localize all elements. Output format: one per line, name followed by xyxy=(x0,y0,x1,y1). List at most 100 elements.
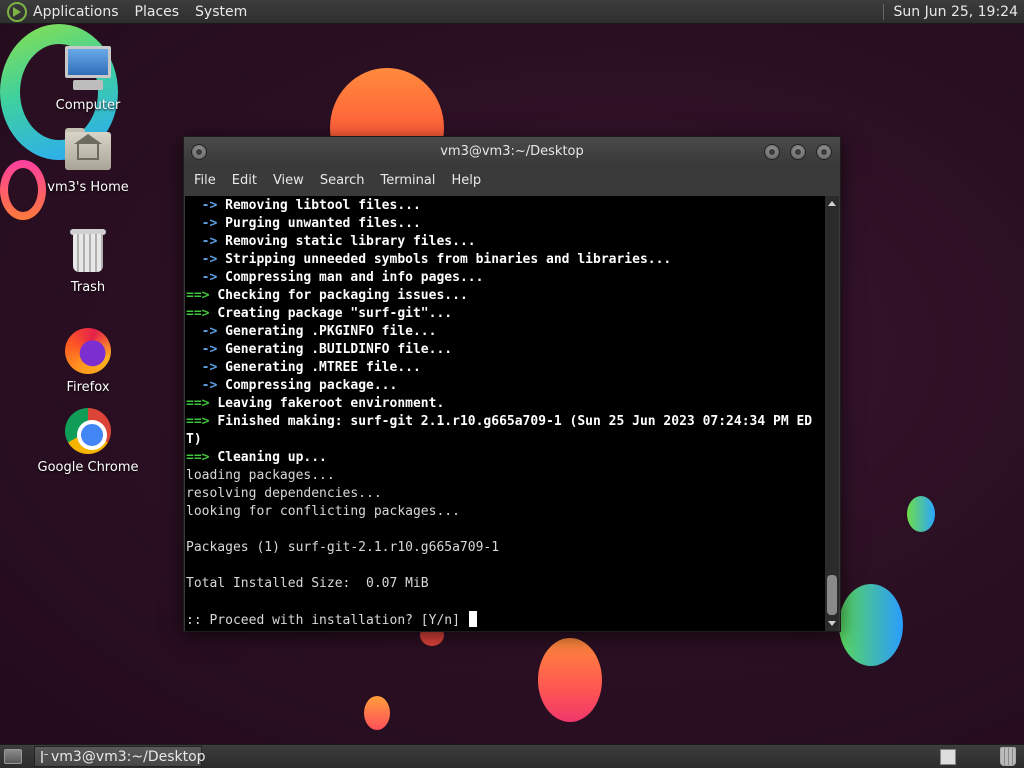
desktop-icon-home[interactable]: vm3's Home xyxy=(28,126,148,195)
scrollbar-thumb[interactable] xyxy=(827,575,837,615)
minimize-button[interactable] xyxy=(764,144,780,160)
workspace-switcher[interactable] xyxy=(940,749,956,765)
text-cursor xyxy=(468,611,477,627)
menu-edit[interactable]: Edit xyxy=(224,167,265,195)
terminal-scrollbar[interactable] xyxy=(825,196,839,631)
desktop-icon-label: vm3's Home xyxy=(47,180,129,195)
terminal-line: ==> Creating package "surf-git"... xyxy=(186,305,827,323)
window-menu-button[interactable] xyxy=(191,144,207,160)
applications-menu[interactable]: Applications xyxy=(33,4,127,20)
terminal-line: -> Compressing man and info pages... xyxy=(186,269,827,287)
terminal-line-prefix: -> xyxy=(186,234,226,249)
wallpaper-shape xyxy=(907,496,935,532)
computer-icon xyxy=(63,44,113,94)
terminal-line: -> Purging unwanted files... xyxy=(186,215,827,233)
terminal-line-text: Removing static library files... xyxy=(225,234,476,249)
terminal-line: Packages (1) surf-git-2.1.r10.g665a709-1 xyxy=(186,539,827,557)
terminal-line-prefix: ==> xyxy=(186,396,218,411)
top-panel: Applications Places System Sun Jun 25, 1… xyxy=(0,0,1024,24)
chrome-icon xyxy=(63,406,113,456)
terminal-line-text: Checking for packaging issues... xyxy=(217,288,468,303)
close-button[interactable] xyxy=(816,144,832,160)
desktop-icon-chrome[interactable]: Google Chrome xyxy=(28,406,148,475)
trash-applet-icon[interactable] xyxy=(1000,747,1016,766)
terminal-line: ==> Checking for packaging issues... xyxy=(186,287,827,305)
terminal-line-text: Purging unwanted files... xyxy=(225,216,421,231)
terminal-output[interactable]: -> Removing libtool files... -> Purging … xyxy=(185,196,827,631)
terminal-line-text: Total Installed Size: 0.07 MiB xyxy=(186,576,429,591)
terminal-line-prefix: ==> xyxy=(186,450,218,465)
terminal-line-text: Creating package "surf-git"... xyxy=(217,306,453,321)
terminal-line-text: Packages (1) surf-git-2.1.r10.g665a709-1 xyxy=(186,540,500,555)
terminal-line-text: Cleaning up... xyxy=(217,450,327,465)
terminal-line-prefix: -> xyxy=(186,342,226,357)
menu-search[interactable]: Search xyxy=(312,167,373,195)
window-titlebar[interactable]: vm3@vm3:~/Desktop xyxy=(184,137,840,167)
taskbar-item-terminal[interactable]: vm3@vm3:~/Desktop xyxy=(34,746,206,767)
scroll-up-arrow-icon[interactable] xyxy=(828,201,836,206)
window-title: vm3@vm3:~/Desktop xyxy=(440,144,584,159)
menu-terminal[interactable]: Terminal xyxy=(372,167,443,195)
desktop-icon-trash[interactable]: Trash xyxy=(28,226,148,295)
terminal-window[interactable]: vm3@vm3:~/Desktop File Edit View Search … xyxy=(183,136,841,632)
desktop-icon-label: Firefox xyxy=(66,380,110,395)
terminal-line-text: Stripping unneeded symbols from binaries… xyxy=(225,252,672,267)
wallpaper-shape xyxy=(839,584,903,666)
clock[interactable]: Sun Jun 25, 19:24 xyxy=(894,4,1018,20)
mate-logo-icon[interactable] xyxy=(7,1,27,22)
terminal-line: -> Compressing package... xyxy=(186,377,827,395)
terminal-line: :: Proceed with installation? [Y/n] xyxy=(186,611,827,629)
terminal-line-prefix: -> xyxy=(186,378,226,393)
places-menu[interactable]: Places xyxy=(135,4,188,20)
desktop-icon-label: Computer xyxy=(55,98,121,113)
terminal-line: -> Generating .PKGINFO file... xyxy=(186,323,827,341)
terminal-line-text: Generating .BUILDINFO file... xyxy=(225,342,453,357)
terminal-line-text: T) xyxy=(186,432,202,447)
terminal-line: loading packages... xyxy=(186,467,827,485)
menu-view[interactable]: View xyxy=(265,167,312,195)
trash-icon xyxy=(63,226,113,276)
terminal-line: -> Stripping unneeded symbols from binar… xyxy=(186,251,827,269)
terminal-line-prefix: -> xyxy=(186,324,226,339)
terminal-line-prefix: -> xyxy=(186,252,226,267)
terminal-line: -> Generating .BUILDINFO file... xyxy=(186,341,827,359)
terminal-line: Total Installed Size: 0.07 MiB xyxy=(186,575,827,593)
terminal-icon xyxy=(41,750,48,763)
panel-separator xyxy=(882,3,884,20)
terminal-line: -> Removing libtool files... xyxy=(186,197,827,215)
terminal-line-text: Finished making: surf-git 2.1.r10.g665a7… xyxy=(217,414,813,429)
wallpaper-shape xyxy=(364,696,390,730)
terminal-line-text: Leaving fakeroot environment. xyxy=(217,396,445,411)
terminal-line-text: Generating .MTREE file... xyxy=(225,360,421,375)
terminal-line: ==> Cleaning up... xyxy=(186,449,827,467)
scroll-down-arrow-icon[interactable] xyxy=(828,621,836,626)
terminal-line-prefix: -> xyxy=(186,360,226,375)
terminal-line-prefix: ==> xyxy=(186,306,218,321)
terminal-line-prefix: -> xyxy=(186,270,226,285)
terminal-line-text: Compressing package... xyxy=(225,378,398,393)
desktop-icon-label: Google Chrome xyxy=(37,460,139,475)
terminal-line-prefix: -> xyxy=(186,216,226,231)
terminal-line-text: Generating .PKGINFO file... xyxy=(225,324,437,339)
system-menu[interactable]: System xyxy=(195,4,255,20)
terminal-line-text: looking for conflicting packages... xyxy=(186,504,460,519)
terminal-line: ==> Leaving fakeroot environment. xyxy=(186,395,827,413)
terminal-line: -> Removing static library files... xyxy=(186,233,827,251)
desktop-icon-firefox[interactable]: Firefox xyxy=(28,326,148,395)
terminal-line: resolving dependencies... xyxy=(186,485,827,503)
terminal-line-text: resolving dependencies... xyxy=(186,486,382,501)
terminal-line: T) xyxy=(186,431,827,449)
terminal-line-prefix: -> xyxy=(186,198,226,213)
terminal-menubar: File Edit View Search Terminal Help xyxy=(184,167,840,195)
wallpaper-shape xyxy=(538,638,602,722)
terminal-line-text: Compressing man and info pages... xyxy=(225,270,484,285)
home-folder-icon xyxy=(63,126,113,176)
menu-help[interactable]: Help xyxy=(443,167,489,195)
maximize-button[interactable] xyxy=(790,144,806,160)
show-desktop-icon[interactable] xyxy=(4,749,22,764)
desktop-icon-computer[interactable]: Computer xyxy=(28,44,148,113)
menu-file[interactable]: File xyxy=(186,167,224,195)
